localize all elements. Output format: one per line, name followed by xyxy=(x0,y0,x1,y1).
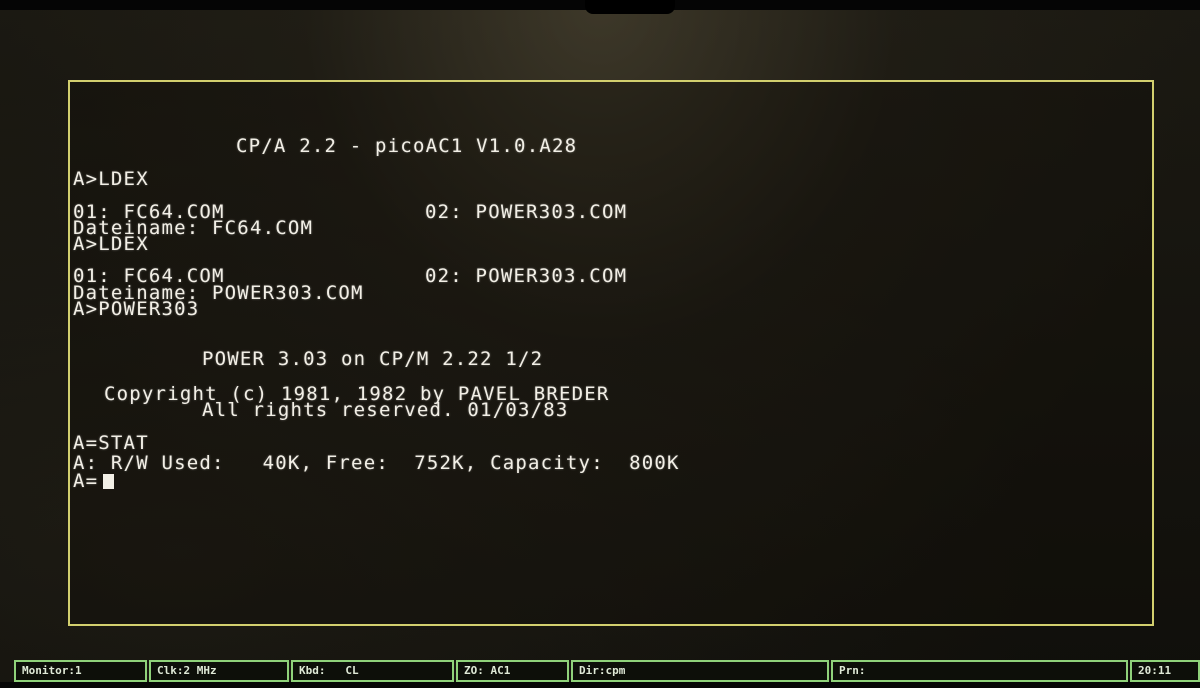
command-line: A>LDEX xyxy=(73,168,149,190)
monitor-notch xyxy=(585,0,675,14)
command-line: A>LDEX xyxy=(73,233,149,255)
system-banner: CP/A 2.2 - picoAC1 V1.0.A28 xyxy=(236,135,578,157)
text-cursor xyxy=(103,474,114,489)
status-bar: Monitor:1 Clk:2 MHz Kbd: CL ZO: AC1 Dir:… xyxy=(14,660,1200,682)
disk-status-line: A: R/W Used: 40K, Free: 752K, Capacity: … xyxy=(73,452,680,474)
status-printer: Prn: xyxy=(831,660,1128,682)
program-title: POWER 3.03 on CP/M 2.22 1/2 xyxy=(202,348,544,370)
command-line: A=STAT xyxy=(73,432,149,454)
prompt-line[interactable]: A= xyxy=(73,472,98,491)
status-zo: ZO: AC1 xyxy=(456,660,569,682)
status-clock-speed: Clk:2 MHz xyxy=(149,660,289,682)
copyright-line: All rights reserved. 01/03/83 xyxy=(202,399,569,421)
output-line: 02: POWER303.COM xyxy=(425,265,628,287)
command-line: A>POWER303 xyxy=(73,298,200,320)
crt-screen: CP/A 2.2 - picoAC1 V1.0.A28 A>LDEX 01: F… xyxy=(0,0,1200,688)
monitor-bezel-bottom xyxy=(0,682,1200,688)
status-directory: Dir:cpm xyxy=(571,660,829,682)
status-monitor: Monitor:1 xyxy=(14,660,147,682)
status-time: 20:11 xyxy=(1130,660,1200,682)
status-keyboard: Kbd: CL xyxy=(291,660,454,682)
output-line: 02: POWER303.COM xyxy=(425,201,628,223)
